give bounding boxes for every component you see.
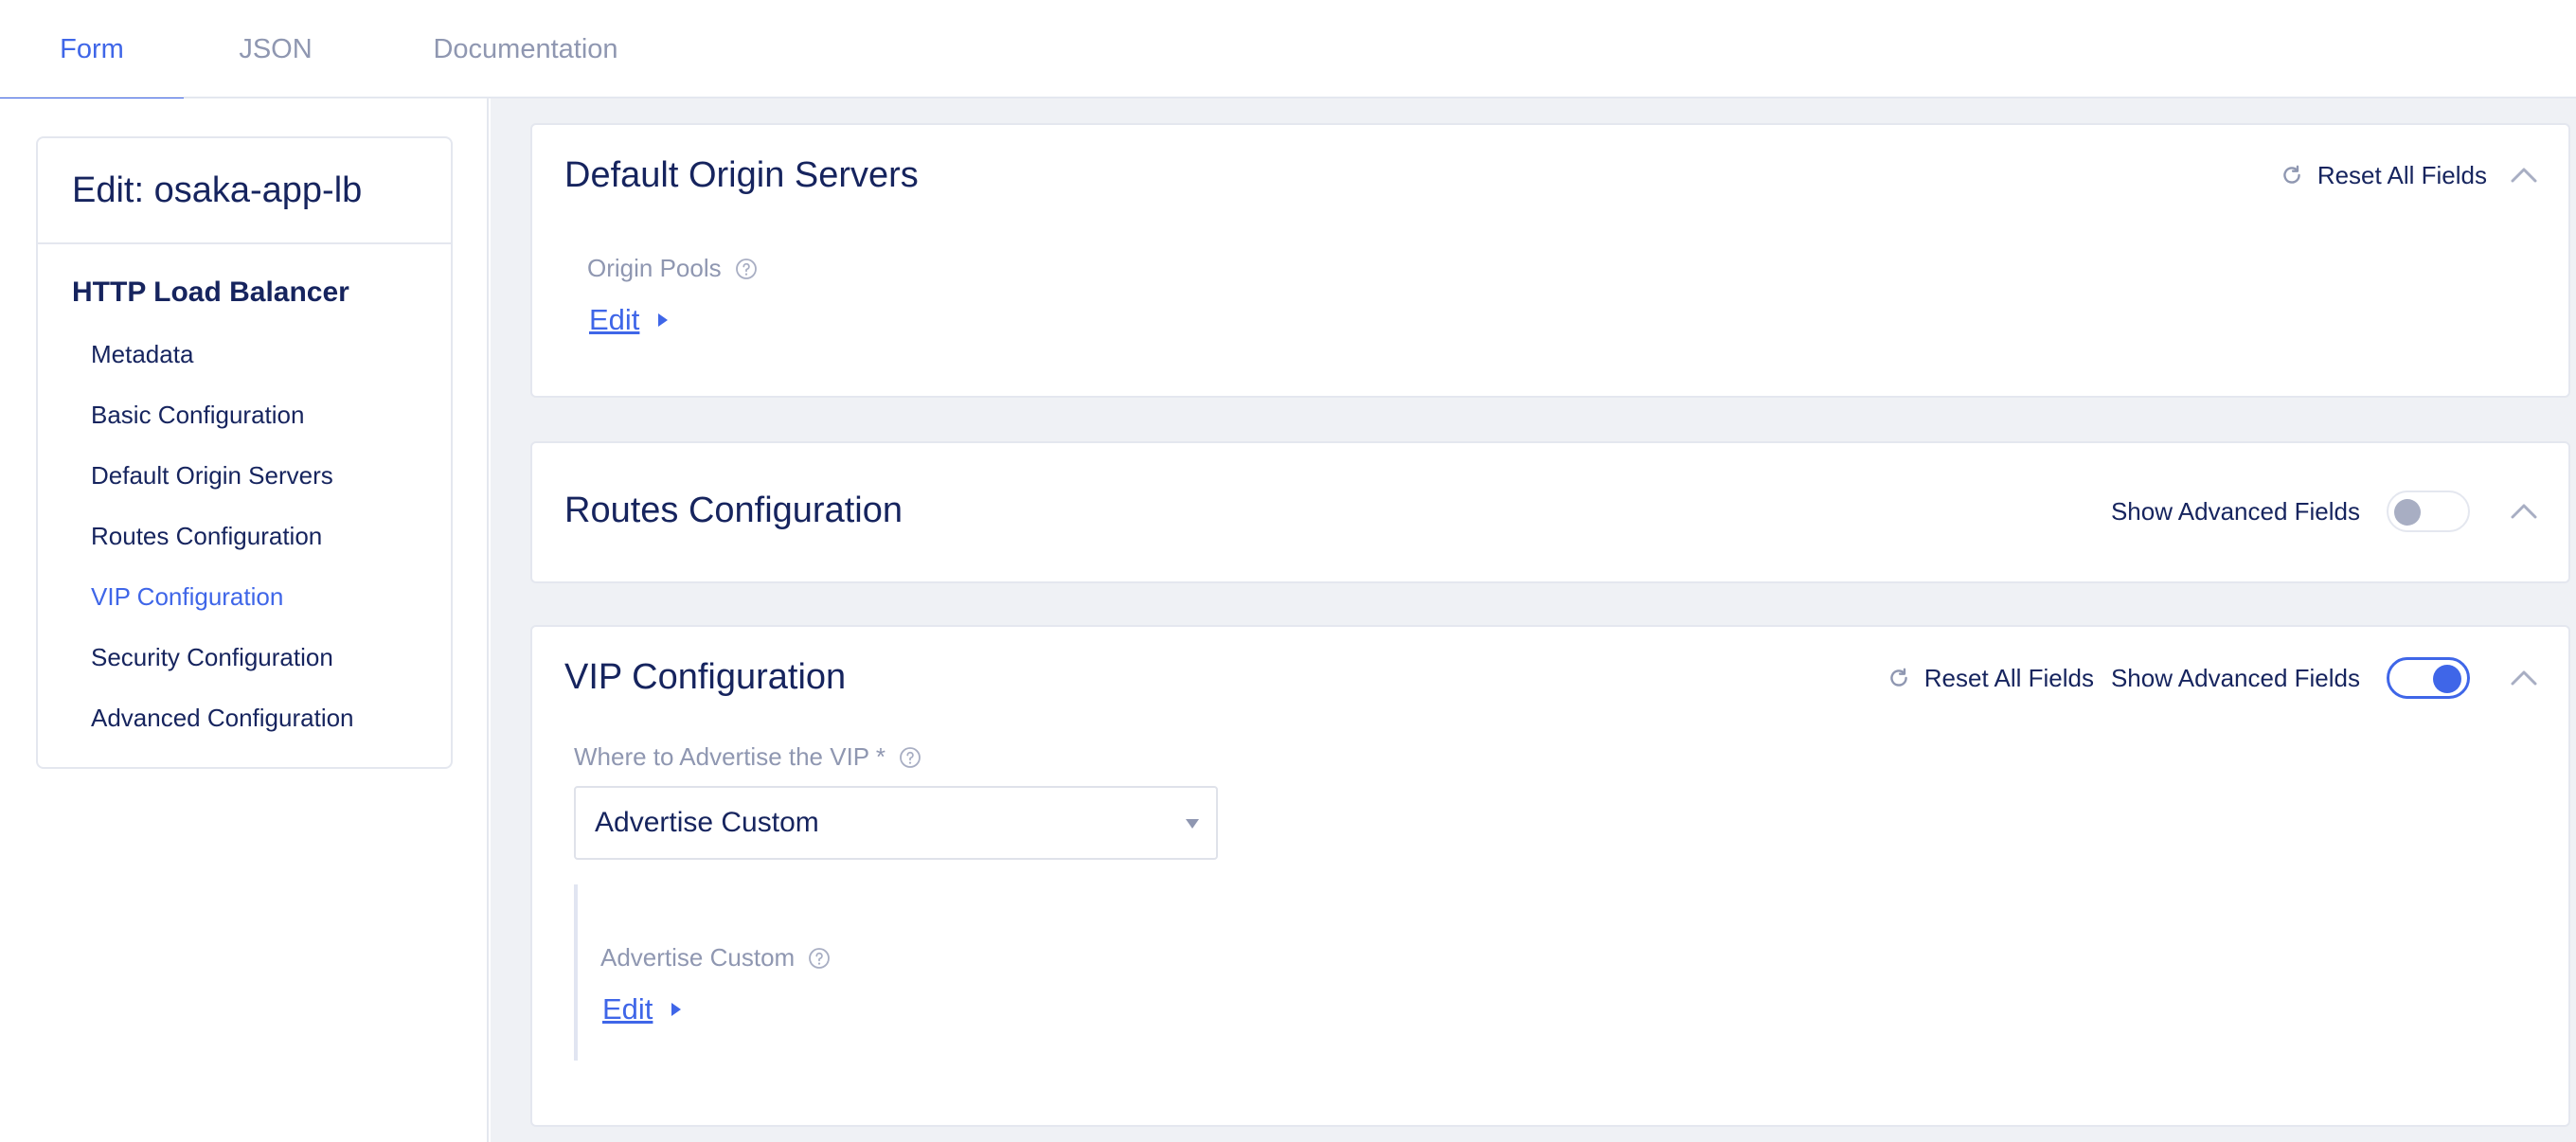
nav-item-routes-configuration[interactable]: Routes Configuration [38, 506, 451, 566]
nav-item-advanced-configuration[interactable]: Advanced Configuration [38, 687, 451, 748]
section-actions: Reset All Fields Show Advanced Fields [1887, 657, 2540, 699]
select-value: Advertise Custom [595, 807, 819, 838]
vip-configuration-card: VIP Configuration Reset All Fields Show … [530, 625, 2570, 1127]
caret-down-icon [1186, 819, 1199, 829]
chevron-up-icon[interactable] [2508, 159, 2540, 191]
top-tab-bar: Form JSON Documentation [0, 0, 2576, 100]
chevron-up-icon[interactable] [2508, 495, 2540, 527]
show-advanced-fields-toggle[interactable] [2387, 657, 2470, 699]
field-label-text: Advertise Custom [600, 943, 796, 972]
section-title: Default Origin Servers [564, 155, 919, 195]
reset-icon [2283, 165, 2300, 184]
tab-documentation[interactable]: Documentation [388, 0, 663, 98]
section-title: Routes Configuration [564, 491, 903, 530]
nav-item-basic-configuration[interactable]: Basic Configuration [38, 384, 451, 445]
reset-label: Reset All Fields [1923, 663, 2094, 692]
chevron-up-icon[interactable] [2508, 662, 2540, 694]
tab-form[interactable]: Form [0, 0, 184, 100]
left-pane: Edit: osaka-app-lb HTTP Load Balancer Me… [0, 98, 489, 1142]
show-advanced-fields-label: Show Advanced Fields [2110, 496, 2360, 526]
section-title: VIP Configuration [564, 657, 847, 697]
show-advanced-fields-toggle[interactable] [2387, 491, 2470, 532]
reset-icon [1890, 668, 1907, 687]
advertise-vip-select[interactable]: Advertise Custom [574, 786, 1218, 860]
advertise-custom-group: Advertise Custom Edit [574, 884, 2525, 1061]
help-icon[interactable] [899, 746, 921, 769]
caret-right-icon [658, 313, 669, 327]
main-content: Default Origin Servers Reset All Fields … [491, 98, 2576, 1142]
routes-configuration-card: Routes Configuration Show Advanced Field… [530, 441, 2570, 583]
edit-title: Edit: osaka-app-lb [38, 138, 451, 244]
toggle-knob [2433, 665, 2461, 693]
default-origin-servers-card: Default Origin Servers Reset All Fields … [530, 123, 2570, 398]
where-to-advertise-label: Where to Advertise the VIP * [574, 742, 921, 772]
section-actions: Show Advanced Fields [2094, 491, 2540, 532]
edit-link-text[interactable]: Edit [589, 303, 639, 337]
caret-right-icon [671, 1003, 682, 1016]
field-label-text: Origin Pools [587, 254, 722, 282]
field-label-text: Where to Advertise the VIP * [574, 742, 886, 771]
help-icon[interactable] [735, 258, 758, 280]
advertise-custom-label: Advertise Custom [600, 943, 831, 972]
edit-link-text[interactable]: Edit [602, 992, 653, 1026]
help-icon[interactable] [808, 947, 831, 970]
nav-group-heading: HTTP Load Balancer [72, 277, 349, 308]
nav-item-vip-configuration[interactable]: VIP Configuration [38, 566, 451, 627]
section-nav-card: Edit: osaka-app-lb HTTP Load Balancer Me… [36, 136, 453, 769]
tab-json[interactable]: JSON [184, 0, 367, 98]
reset-all-fields-button[interactable]: Reset All Fields [2280, 161, 2487, 190]
toggle-knob [2394, 499, 2421, 526]
reset-all-fields-button[interactable]: Reset All Fields [1887, 664, 2094, 693]
section-actions: Reset All Fields [2280, 159, 2540, 191]
origin-pools-label: Origin Pools [587, 254, 758, 283]
advertise-custom-edit-link[interactable]: Edit [602, 992, 683, 1026]
nav-item-security-configuration[interactable]: Security Configuration [38, 627, 451, 687]
reset-label: Reset All Fields [2317, 160, 2487, 189]
nav-item-default-origin-servers[interactable]: Default Origin Servers [38, 445, 451, 506]
origin-pools-edit-link[interactable]: Edit [589, 303, 670, 337]
show-advanced-fields-label: Show Advanced Fields [2110, 663, 2360, 692]
nav-item-metadata[interactable]: Metadata [38, 324, 451, 384]
